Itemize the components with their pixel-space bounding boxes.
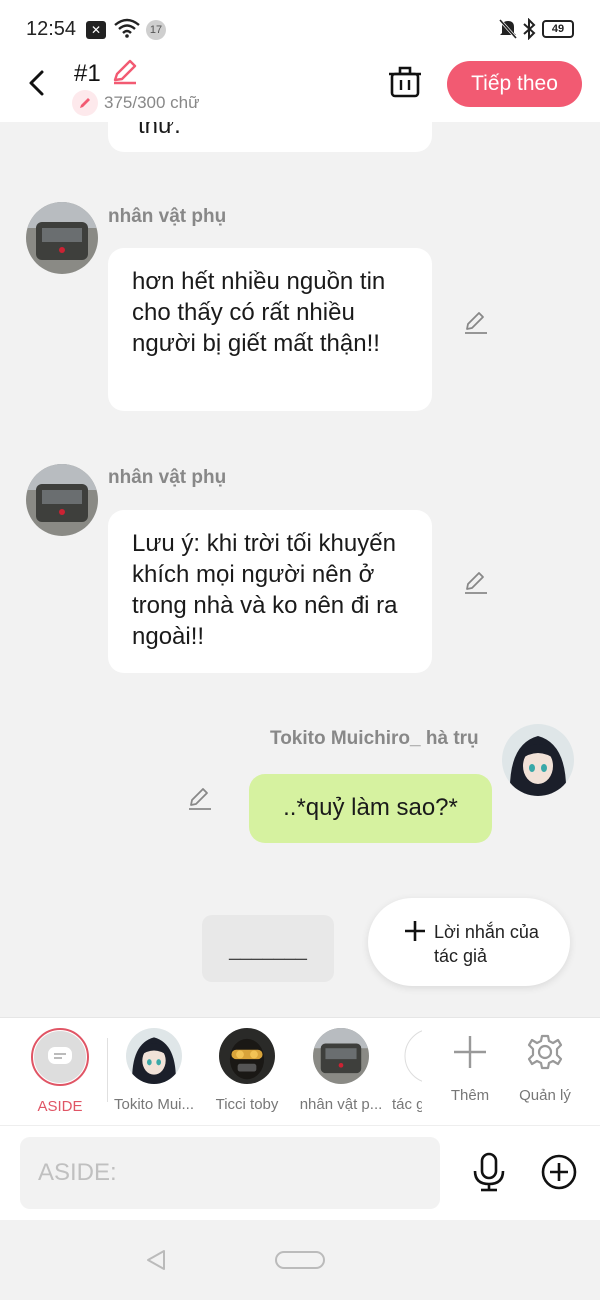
sender-name: nhân vật phụ [108, 467, 227, 488]
back-button[interactable] [22, 68, 52, 98]
trash-icon [389, 66, 421, 98]
avatar [313, 1028, 369, 1084]
bluetooth-icon [522, 17, 536, 45]
message-text: Lưu ý: khi trời tối khuyến khích mọi ngư… [132, 530, 398, 650]
message-text: thứ. [138, 122, 181, 139]
episode-title: #1 [74, 60, 101, 87]
mute-icon [498, 18, 518, 45]
nav-home-button[interactable] [275, 1251, 325, 1269]
message-bubble[interactable]: thứ. [108, 122, 432, 152]
pencil-icon [113, 59, 137, 85]
draft-chip[interactable]: _______ [202, 915, 334, 982]
avatar [219, 1028, 275, 1084]
add-character-button[interactable]: Thêm [444, 1028, 496, 1104]
chat-area[interactable]: thứ. nhân vật phụ hơn hết nhiều nguồn ti… [0, 122, 600, 1017]
status-bar: 12:54 ✕ 17 49 [0, 0, 600, 60]
word-count: 375/300 chữ [72, 90, 200, 116]
add-label: Thêm [450, 1087, 490, 1104]
nav-back-button[interactable] [144, 1248, 168, 1277]
notification-icon: ✕ [86, 21, 106, 39]
avatar[interactable] [502, 724, 574, 796]
message-text: ..*quỷ làm sao?* [283, 794, 458, 821]
gear-icon [527, 1034, 563, 1070]
message-bubble[interactable]: Lưu ý: khi trời tối khuyến khích mọi ngư… [108, 510, 432, 673]
plus-icon [405, 921, 425, 941]
divider [107, 1038, 108, 1102]
input-bar [0, 1125, 600, 1220]
triangle-back-icon [147, 1250, 165, 1270]
battery-icon: 49 [542, 20, 574, 38]
character-ticci-toby[interactable]: Ticci toby [210, 1028, 284, 1113]
next-button[interactable]: Tiếp theo [447, 61, 582, 107]
plus-circle-icon [541, 1154, 577, 1190]
chat-bubble-icon [48, 1047, 72, 1064]
character-bar: ASIDE Tokito Mui... Ticci toby nhân vật … [0, 1017, 600, 1125]
editor-header: #1 375/300 chữ Tiếp theo [0, 59, 600, 122]
author-note-label: Lời nhắn của tác giả [434, 922, 539, 966]
status-time: 12:54 [26, 18, 77, 40]
avatar [404, 1028, 422, 1084]
manage-label: Quản lý [519, 1087, 571, 1104]
edit-title-button[interactable] [110, 56, 140, 86]
battery-level: 49 [551, 23, 565, 35]
sender-name: nhân vật phụ [108, 206, 227, 227]
aside-avatar [31, 1028, 89, 1086]
message-text: hơn hết nhiều nguồn tin cho thấy có rất … [132, 268, 386, 357]
notification-count-badge: 17 [146, 20, 166, 40]
edit-message-icon[interactable] [462, 308, 490, 336]
character-nhan-vat-phu[interactable]: nhân vật p... [298, 1028, 384, 1113]
character-label: Tokito Mui... [113, 1096, 195, 1113]
microphone-icon [473, 1152, 505, 1192]
character-label: Ticci toby [215, 1096, 279, 1113]
message-bubble[interactable]: hơn hết nhiều nguồn tin cho thấy có rất … [108, 248, 432, 411]
edit-message-icon[interactable] [462, 568, 490, 596]
add-media-button[interactable] [541, 1154, 577, 1195]
character-label: tác g [392, 1096, 422, 1113]
word-count-text: 375/300 chữ [104, 93, 200, 112]
chevron-left-icon [29, 70, 44, 96]
word-count-pencil-icon [72, 90, 98, 116]
character-tac-gia[interactable]: tác g [392, 1028, 422, 1113]
delete-button[interactable] [388, 64, 422, 100]
system-nav-bar [0, 1220, 600, 1300]
message-input[interactable] [20, 1137, 440, 1209]
manage-button[interactable]: Quản lý [514, 1028, 576, 1104]
character-aside[interactable]: ASIDE [28, 1028, 92, 1115]
character-label: nhân vật p... [299, 1096, 383, 1113]
edit-message-icon[interactable] [186, 784, 214, 812]
author-note-button[interactable]: Lời nhắn của tác giả [368, 898, 570, 986]
avatar [126, 1028, 182, 1084]
own-message-bubble[interactable]: ..*quỷ làm sao?* [249, 774, 492, 843]
sender-name: Tokito Muichiro_ hà trụ [270, 728, 479, 749]
avatar[interactable] [26, 202, 98, 274]
avatar[interactable] [26, 464, 98, 536]
wifi-icon [114, 18, 140, 43]
plus-icon [454, 1036, 486, 1068]
microphone-button[interactable] [470, 1152, 508, 1197]
character-tokito[interactable]: Tokito Mui... [113, 1028, 195, 1113]
character-label: ASIDE [37, 1098, 83, 1115]
